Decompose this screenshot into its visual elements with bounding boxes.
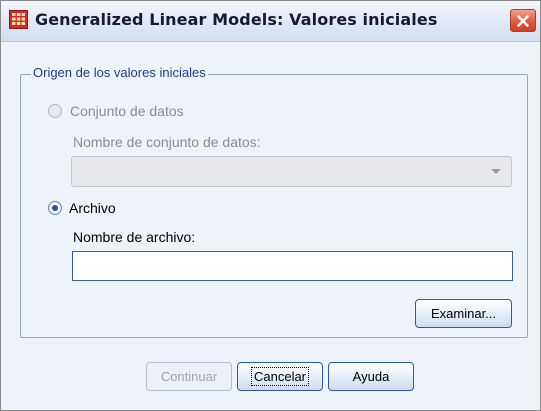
window-title: Generalized Linear Models: Valores inici… (35, 10, 438, 29)
title-bar[interactable]: Generalized Linear Models: Valores inici… (1, 1, 540, 42)
group-legend: Origen de los valores iniciales (31, 65, 208, 80)
close-icon (517, 15, 529, 27)
file-name-label: Nombre de archivo: (73, 229, 196, 245)
file-radio-label: Archivo (69, 200, 116, 216)
cancel-button[interactable]: Cancelar (237, 362, 323, 391)
radio-selected-dot (52, 205, 58, 211)
dataset-name-combo[interactable] (71, 156, 512, 187)
help-button[interactable]: Ayuda (328, 362, 414, 391)
dataset-name-label: Nombre de conjunto de datos: (73, 134, 261, 150)
file-name-input[interactable] (72, 251, 513, 281)
continue-button[interactable]: Continuar (146, 362, 232, 391)
spss-grid-icon (9, 10, 28, 29)
close-button[interactable] (510, 9, 536, 32)
dialog-window: Generalized Linear Models: Valores inici… (0, 0, 541, 411)
browse-button[interactable]: Examinar... (415, 299, 512, 328)
file-radio[interactable] (48, 201, 62, 215)
dataset-radio-label: Conjunto de datos (70, 103, 184, 119)
chevron-down-icon (491, 169, 501, 174)
dataset-radio[interactable] (48, 104, 62, 118)
cancel-button-label: Cancelar (250, 367, 310, 386)
